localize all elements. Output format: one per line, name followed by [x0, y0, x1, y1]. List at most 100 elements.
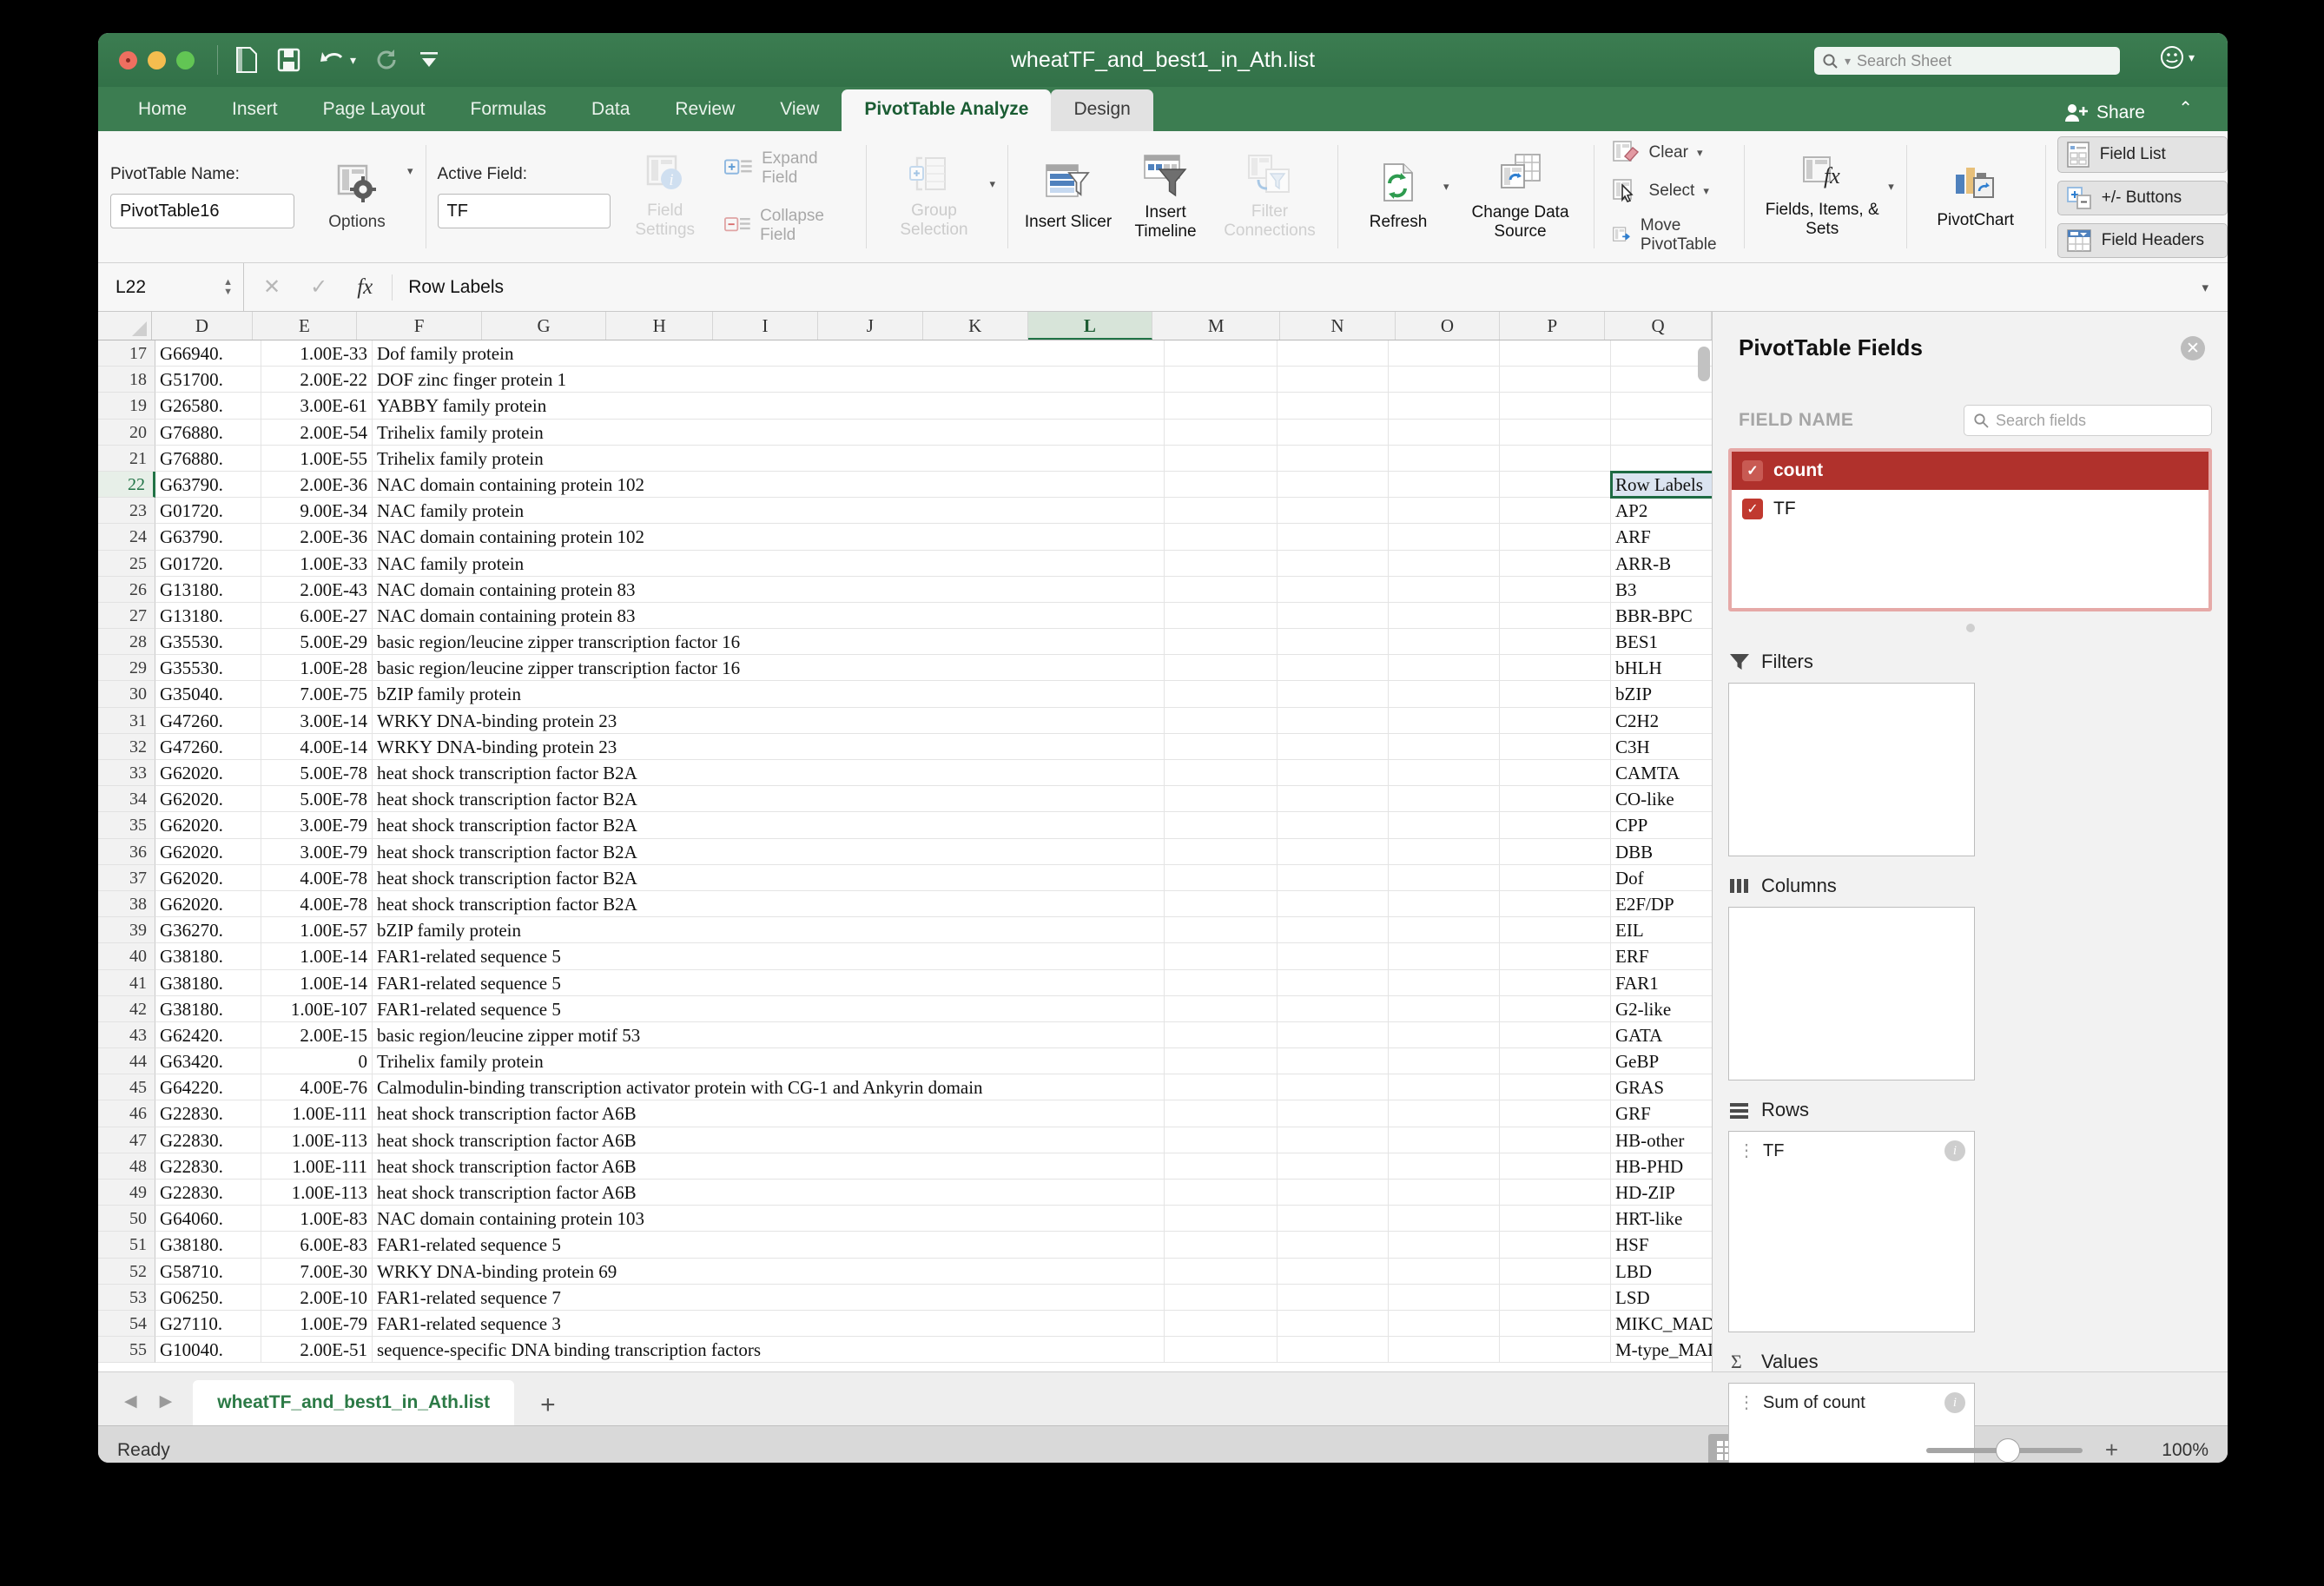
- cell-H28[interactable]: [1165, 629, 1278, 656]
- row-header[interactable]: 23: [98, 498, 155, 525]
- cell-I50[interactable]: [1278, 1206, 1389, 1232]
- cell-I36[interactable]: [1278, 838, 1389, 865]
- grid-row[interactable]: 22 G63790. 2.00E-36 NAC domain containing p…: [98, 470, 1712, 499]
- cell-L35[interactable]: CPP: [1611, 812, 1712, 839]
- move-pivottable-button[interactable]: Move PivotTable: [1612, 216, 1726, 254]
- cell-K52[interactable]: [1500, 1258, 1611, 1285]
- cell-L46[interactable]: GRF: [1611, 1100, 1712, 1127]
- cell-F40[interactable]: FAR1-related sequence 5: [373, 943, 1033, 970]
- chevron-down-icon[interactable]: ▾: [1697, 146, 1703, 160]
- cell-I25[interactable]: [1278, 550, 1389, 577]
- cell-G25[interactable]: [1033, 550, 1165, 577]
- cell-I52[interactable]: [1278, 1258, 1389, 1285]
- cell-D40[interactable]: G38180.: [155, 943, 261, 970]
- cell-K33[interactable]: [1500, 760, 1611, 787]
- cell-I47[interactable]: [1278, 1127, 1389, 1153]
- cell-E21[interactable]: 1.00E-55: [261, 445, 373, 472]
- cell-D28[interactable]: G35530.: [155, 629, 261, 656]
- chevron-down-icon[interactable]: ▾: [1703, 184, 1709, 198]
- grid-row[interactable]: 48 G22830. 1.00E-111 heat shock transcripti…: [98, 1153, 1712, 1180]
- cell-F17[interactable]: Dof family protein: [373, 340, 1033, 367]
- cell-H42[interactable]: [1165, 995, 1278, 1022]
- grid-row[interactable]: 39G36270.1.00E-57bZIP family proteinEIL5: [98, 917, 1712, 944]
- cell-E29[interactable]: 1.00E-28: [261, 655, 373, 682]
- column-header-E[interactable]: E: [252, 312, 358, 340]
- add-sheet-button[interactable]: +: [514, 1392, 582, 1425]
- cell-I23[interactable]: [1278, 498, 1389, 525]
- cell-K18[interactable]: [1500, 367, 1611, 393]
- cell-K29[interactable]: [1500, 655, 1611, 682]
- search-fields-input[interactable]: Search fields: [1964, 405, 2212, 436]
- cell-K41[interactable]: [1500, 969, 1611, 996]
- minimize-window-button[interactable]: [148, 50, 166, 69]
- cell-E55[interactable]: 2.00E-51: [261, 1337, 373, 1364]
- cell-E20[interactable]: 2.00E-54: [261, 419, 373, 446]
- row-header[interactable]: 25: [98, 550, 155, 577]
- cell-K49[interactable]: [1500, 1180, 1611, 1206]
- cell-L21[interactable]: [1611, 445, 1712, 472]
- cell-L38[interactable]: E2F/DP: [1611, 890, 1712, 918]
- cell-L39[interactable]: EIL: [1611, 917, 1712, 944]
- cell-J55[interactable]: [1389, 1337, 1500, 1364]
- row-header[interactable]: 48: [98, 1153, 155, 1180]
- sheet-tab-active[interactable]: wheatTF_and_best1_in_Ath.list: [193, 1380, 515, 1425]
- cell-G54[interactable]: [1033, 1310, 1165, 1338]
- cell-J51[interactable]: [1389, 1232, 1500, 1259]
- cell-H29[interactable]: [1165, 655, 1278, 682]
- cell-J44[interactable]: [1389, 1048, 1500, 1075]
- select-all-corner[interactable]: [98, 312, 153, 340]
- row-header[interactable]: 51: [98, 1232, 155, 1259]
- row-header[interactable]: 33: [98, 760, 155, 787]
- cell-L51[interactable]: HSF: [1611, 1232, 1712, 1259]
- cell-D37[interactable]: G62020.: [155, 864, 261, 891]
- cell-H36[interactable]: [1165, 838, 1278, 865]
- cell-F28[interactable]: basic region/leucine zipper transcriptio…: [373, 629, 1033, 656]
- window-controls[interactable]: [119, 50, 195, 69]
- row-header[interactable]: 27: [98, 602, 155, 630]
- drag-grip-icon[interactable]: ⋮: [1738, 1142, 1755, 1160]
- row-header[interactable]: 26: [98, 576, 155, 603]
- cell-G49[interactable]: [1033, 1180, 1165, 1206]
- grid-row[interactable]: 41 G38180. 1.00E-14 FAR1-related sequence 5…: [98, 969, 1712, 996]
- cell-L54[interactable]: MIKC_MADS: [1611, 1310, 1712, 1338]
- cell-J26[interactable]: [1389, 576, 1500, 603]
- chevron-down-icon[interactable]: ▾: [350, 53, 356, 68]
- cell-H34[interactable]: [1165, 786, 1278, 813]
- cell-D49[interactable]: G22830.: [155, 1180, 261, 1206]
- cell-L43[interactable]: GATA: [1611, 1021, 1712, 1049]
- row-header[interactable]: 45: [98, 1074, 155, 1101]
- pane-resize-handle[interactable]: [1965, 624, 1975, 632]
- cell-H22[interactable]: [1165, 471, 1278, 499]
- tab-home[interactable]: Home: [116, 89, 209, 131]
- confirm-icon[interactable]: ✓: [310, 274, 327, 300]
- cell-D47[interactable]: G22830.: [155, 1127, 261, 1153]
- cell-F55[interactable]: sequence-specific DNA binding transcript…: [373, 1337, 1033, 1364]
- cell-F21[interactable]: Trihelix family protein: [373, 445, 1033, 472]
- grid-row[interactable]: 38 G62020. 4.00E-78 heat shock transcriptio…: [98, 890, 1712, 918]
- cell-K39[interactable]: [1500, 917, 1611, 944]
- cell-D39[interactable]: G36270.: [155, 917, 261, 944]
- cell-H31[interactable]: [1165, 707, 1278, 734]
- grid-row[interactable]: 30 G35040. 7.00E-75 bZIP family protein bZIP…: [98, 681, 1712, 708]
- cell-G22[interactable]: [1033, 471, 1165, 499]
- cell-J34[interactable]: [1389, 786, 1500, 813]
- cell-D17[interactable]: G66940.: [155, 340, 261, 367]
- cell-F37[interactable]: heat shock transcription factor B2A: [373, 864, 1033, 891]
- cell-L36[interactable]: DBB: [1611, 838, 1712, 865]
- cell-D44[interactable]: G63420.: [155, 1048, 261, 1075]
- grid-row[interactable]: 55 G10040. 2.00E-51 sequence-specific DNA b…: [98, 1337, 1712, 1364]
- cell-F43[interactable]: basic region/leucine zipper motif 53: [373, 1021, 1033, 1049]
- cell-K50[interactable]: [1500, 1206, 1611, 1232]
- cell-G50[interactable]: [1033, 1206, 1165, 1232]
- cell-J52[interactable]: [1389, 1258, 1500, 1285]
- row-header[interactable]: 29: [98, 655, 155, 682]
- cell-J54[interactable]: [1389, 1310, 1500, 1338]
- cell-J39[interactable]: [1389, 917, 1500, 944]
- columns-dropzone[interactable]: [1728, 907, 1975, 1080]
- cell-H54[interactable]: [1165, 1310, 1278, 1338]
- cell-H35[interactable]: [1165, 812, 1278, 839]
- cell-L18[interactable]: [1611, 367, 1712, 393]
- cell-L28[interactable]: BES1: [1611, 629, 1712, 656]
- cell-K35[interactable]: [1500, 812, 1611, 839]
- cell-J48[interactable]: [1389, 1153, 1500, 1180]
